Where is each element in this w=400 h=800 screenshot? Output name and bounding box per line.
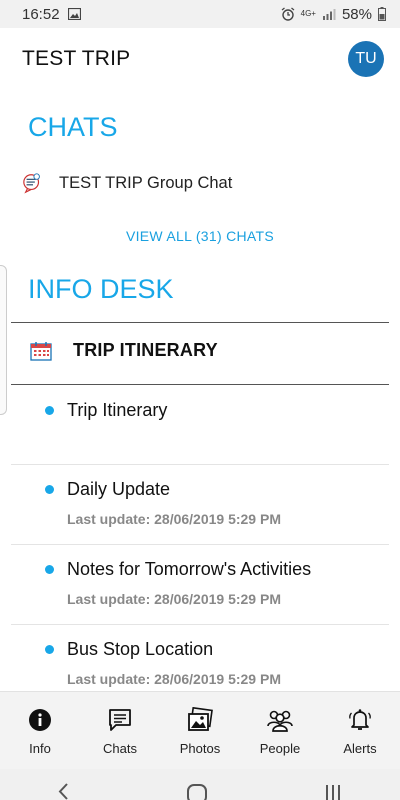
list-item[interactable]: Bus Stop Location Last update: 28/06/201… <box>11 625 389 690</box>
nav-label-alerts: Alerts <box>343 741 377 756</box>
bottom-navigation: Info Chats Photos People Alerts <box>0 691 400 769</box>
nav-item-photos[interactable]: Photos <box>160 692 240 769</box>
chat-icon <box>109 709 131 731</box>
nav-item-chats[interactable]: Chats <box>80 692 160 769</box>
nav-item-people[interactable]: People <box>240 692 320 769</box>
drawer-handle[interactable] <box>0 265 7 415</box>
alarm-icon <box>281 7 295 21</box>
view-all-chats-link[interactable]: VIEW ALL (31) CHATS <box>0 228 400 244</box>
group-chat-row[interactable]: TEST TRIP Group Chat <box>22 172 232 194</box>
calendar-icon <box>30 341 52 361</box>
chats-heading: CHATS <box>28 112 118 142</box>
info-icon <box>29 709 51 731</box>
avatar[interactable]: TU <box>348 41 384 77</box>
list-item-title: Bus Stop Location <box>67 639 214 659</box>
battery-percent: 58% <box>341 5 372 23</box>
signal-icon <box>322 9 336 20</box>
battery-icon <box>378 7 386 21</box>
nav-label-info: Info <box>29 741 51 756</box>
main-content: CHATS TEST TRIP Group Chat VIEW ALL (31)… <box>0 90 400 690</box>
divider-bottom <box>11 384 389 385</box>
bullet-dot <box>45 565 54 574</box>
group-chat-label: TEST TRIP Group Chat <box>59 173 233 192</box>
bullet-dot <box>45 485 54 494</box>
back-icon[interactable] <box>57 783 71 800</box>
list-item-subtitle: Last update: 28/06/2019 5:29 PM <box>67 671 281 687</box>
system-navigation-bar <box>0 769 400 800</box>
status-bar: 16:52 4G+ 58% <box>0 0 400 28</box>
list-item-subtitle: Last update: 28/06/2019 5:29 PM <box>67 511 281 527</box>
nav-label-photos: Photos <box>179 741 221 756</box>
people-icon <box>267 710 293 732</box>
network-type: 4G+ <box>300 9 316 18</box>
list-item-title: Daily Update <box>67 479 171 499</box>
photos-icon <box>188 707 213 731</box>
recents-icon[interactable] <box>323 783 343 800</box>
nav-label-people: People <box>259 741 301 756</box>
list-item-title: Trip Itinerary <box>67 400 168 420</box>
nav-item-info[interactable]: Info <box>0 692 80 769</box>
list-item-title: Notes for Tomorrow's Activities <box>67 559 312 579</box>
trip-itinerary-section[interactable]: TRIP ITINERARY <box>30 340 218 361</box>
nav-item-alerts[interactable]: Alerts <box>320 692 400 769</box>
home-icon[interactable] <box>186 783 208 800</box>
trip-itinerary-title: TRIP ITINERARY <box>73 340 218 360</box>
page-title: TEST TRIP <box>22 47 131 70</box>
bell-icon <box>349 709 371 730</box>
list-item-subtitle: Last update: 28/06/2019 5:29 PM <box>67 591 281 607</box>
group-chat-icon <box>23 173 40 194</box>
nav-label-chats: Chats <box>103 741 137 756</box>
divider-top <box>11 322 389 323</box>
list-item[interactable]: Notes for Tomorrow's Activities Last upd… <box>11 545 389 625</box>
status-time: 16:52 <box>22 5 60 23</box>
gallery-notification-icon <box>67 8 81 20</box>
info-desk-heading: INFO DESK <box>28 274 174 304</box>
bullet-dot <box>45 645 54 654</box>
list-item[interactable]: Daily Update Last update: 28/06/2019 5:2… <box>11 465 389 545</box>
bullet-dot <box>45 406 54 415</box>
app-bar: TEST TRIP TU <box>0 28 400 90</box>
list-item[interactable]: Trip Itinerary <box>11 386 389 465</box>
